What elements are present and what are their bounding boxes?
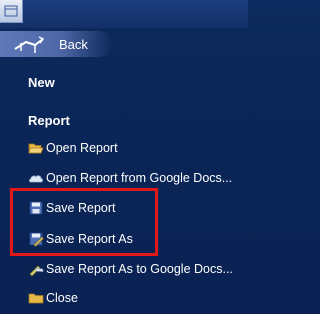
menu-item-open-report-google-docs[interactable]: Open Report from Google Docs... xyxy=(28,169,232,187)
menu-item-label: Save Report As to Google Docs... xyxy=(46,262,233,276)
application-menu-button[interactable] xyxy=(0,0,23,23)
menu-icon xyxy=(4,5,18,17)
cloud-icon xyxy=(28,170,44,186)
top-bar xyxy=(0,0,248,28)
section-heading-report: Report xyxy=(28,113,70,128)
highlight-annotation-box xyxy=(10,188,158,256)
back-label: Back xyxy=(59,37,88,52)
menu-item-label: Close xyxy=(46,291,78,305)
menu-item-save-report-google-docs[interactable]: Save Report As to Google Docs... xyxy=(28,260,233,278)
menu-item-close[interactable]: Close xyxy=(28,289,78,307)
back-button[interactable]: Back xyxy=(0,31,112,57)
folder-open-icon xyxy=(28,140,44,156)
menu-item-open-report[interactable]: Open Report xyxy=(28,139,118,157)
folder-icon xyxy=(28,290,44,306)
back-arrow-icon xyxy=(14,36,45,53)
menu-item-label: Open Report from Google Docs... xyxy=(46,171,233,185)
menu-item-label: Open Report xyxy=(46,141,118,155)
cloud-upload-icon xyxy=(28,261,44,277)
menu-item-new[interactable]: New xyxy=(28,75,55,90)
